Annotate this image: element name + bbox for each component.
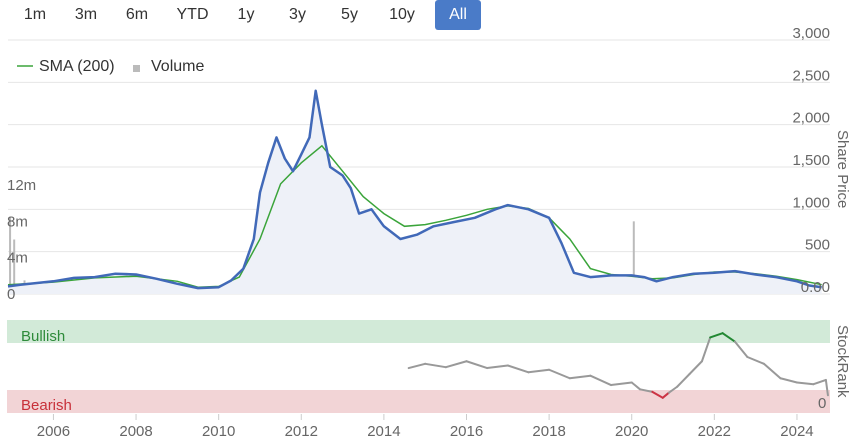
stockrank-segment <box>630 381 641 391</box>
price-axis-ticks: 3,000 2,500 2,000 1,500 1,000 500 0.00 <box>792 25 830 296</box>
stockrank-segment <box>506 364 530 374</box>
stockrank-zero-tick: 0 <box>818 395 826 412</box>
volume-tick-label: 4m <box>7 250 28 267</box>
stockrank-segment <box>746 356 765 365</box>
stockrank-segment <box>444 360 468 369</box>
chart-legend: SMA (200) Volume <box>17 58 204 75</box>
stockrank-segment <box>589 374 613 387</box>
year-tick-label: 2022 <box>698 423 731 436</box>
stockrank-segment <box>407 362 427 370</box>
price-chart: SMA (200) Volume Bullish Bearish 3,000 2,… <box>7 25 851 436</box>
sma-legend-label[interactable]: SMA (200) <box>39 58 115 75</box>
stockrank-segment <box>762 362 782 380</box>
year-tick-label: 2008 <box>119 423 152 436</box>
year-tick-label: 2010 <box>202 423 235 436</box>
bearish-band <box>7 390 830 413</box>
share-price-axis-title: Share Price <box>834 130 851 208</box>
price-tick-label: 1,500 <box>792 152 830 169</box>
price-tick-label: 2,000 <box>792 110 830 127</box>
bullish-band <box>7 320 830 343</box>
price-tick-label: 2,500 <box>792 67 830 84</box>
price-area <box>8 90 822 294</box>
stockrank-segment <box>733 340 749 358</box>
bearish-label: Bearish <box>21 397 72 414</box>
price-tick-label: 3,000 <box>792 25 830 42</box>
volume-tick-label: 8m <box>7 213 28 230</box>
year-tick-label: 2016 <box>450 423 483 436</box>
stockrank-segment <box>424 362 447 369</box>
stockrank-segment <box>548 368 571 380</box>
stockrank-axis-title: StockRank <box>834 325 851 398</box>
year-axis-ticks: 2006 2008 2010 2012 2014 2016 2018 2020 2022 2024 <box>37 414 814 436</box>
year-tick-label: 2018 <box>532 423 565 436</box>
stockrank-segment <box>610 381 633 387</box>
stockrank-segment <box>527 368 551 374</box>
volume-tick-label: 12m <box>7 177 36 194</box>
stockrank-segment <box>568 374 592 380</box>
stockrank-segment <box>812 378 827 386</box>
volume-legend-label[interactable]: Volume <box>151 58 204 75</box>
stockrank-segment <box>465 360 489 370</box>
stockrank-segment <box>676 373 691 388</box>
volume-legend-swatch <box>133 65 140 72</box>
stockrank-segment <box>795 381 815 386</box>
year-tick-label: 2024 <box>780 423 813 436</box>
stockrank-segment <box>779 377 798 384</box>
price-tick-label: 0.00 <box>801 279 830 296</box>
year-tick-label: 2014 <box>367 423 400 436</box>
year-tick-label: 2006 <box>37 423 70 436</box>
bullish-label: Bullish <box>21 328 65 345</box>
volume-tick-label: 0 <box>7 286 15 303</box>
price-tick-label: 1,000 <box>792 194 830 211</box>
price-tick-label: 500 <box>805 237 830 254</box>
stockrank-segment <box>688 360 703 375</box>
year-tick-label: 2020 <box>615 423 648 436</box>
stockrank-segment <box>486 364 509 370</box>
year-tick-label: 2012 <box>285 423 318 436</box>
